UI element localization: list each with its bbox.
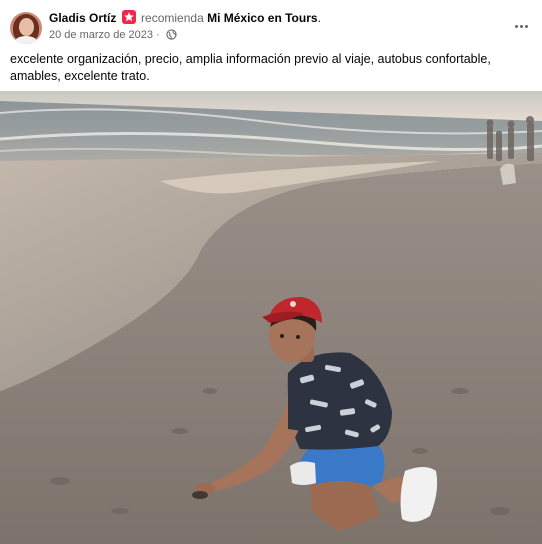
post-date-link[interactable]: 20 de marzo de 2023: [49, 29, 153, 41]
author-avatar[interactable]: [10, 12, 42, 44]
review-text: excelente organización, precio, amplia i…: [10, 52, 491, 83]
post-photo[interactable]: [0, 91, 542, 544]
review-post: Gladis Ortíz recomienda Mi México en Tou…: [0, 0, 542, 544]
meta-separator: ·: [156, 29, 160, 41]
globe-icon[interactable]: [166, 29, 177, 44]
title-period: .: [317, 11, 321, 25]
post-meta-line: 20 de marzo de 2023 ·: [49, 28, 177, 44]
author-name-link[interactable]: Gladis Ortíz: [49, 11, 116, 25]
post-title-line: Gladis Ortíz recomienda Mi México en Tou…: [49, 10, 321, 26]
post-header: Gladis Ortíz recomienda Mi México en Tou…: [0, 0, 542, 48]
recommend-verb: recomienda: [141, 11, 204, 25]
more-options-icon[interactable]: [508, 17, 534, 37]
recommend-star-icon: [121, 10, 136, 24]
page-name-link[interactable]: Mi México en Tours: [207, 11, 317, 25]
